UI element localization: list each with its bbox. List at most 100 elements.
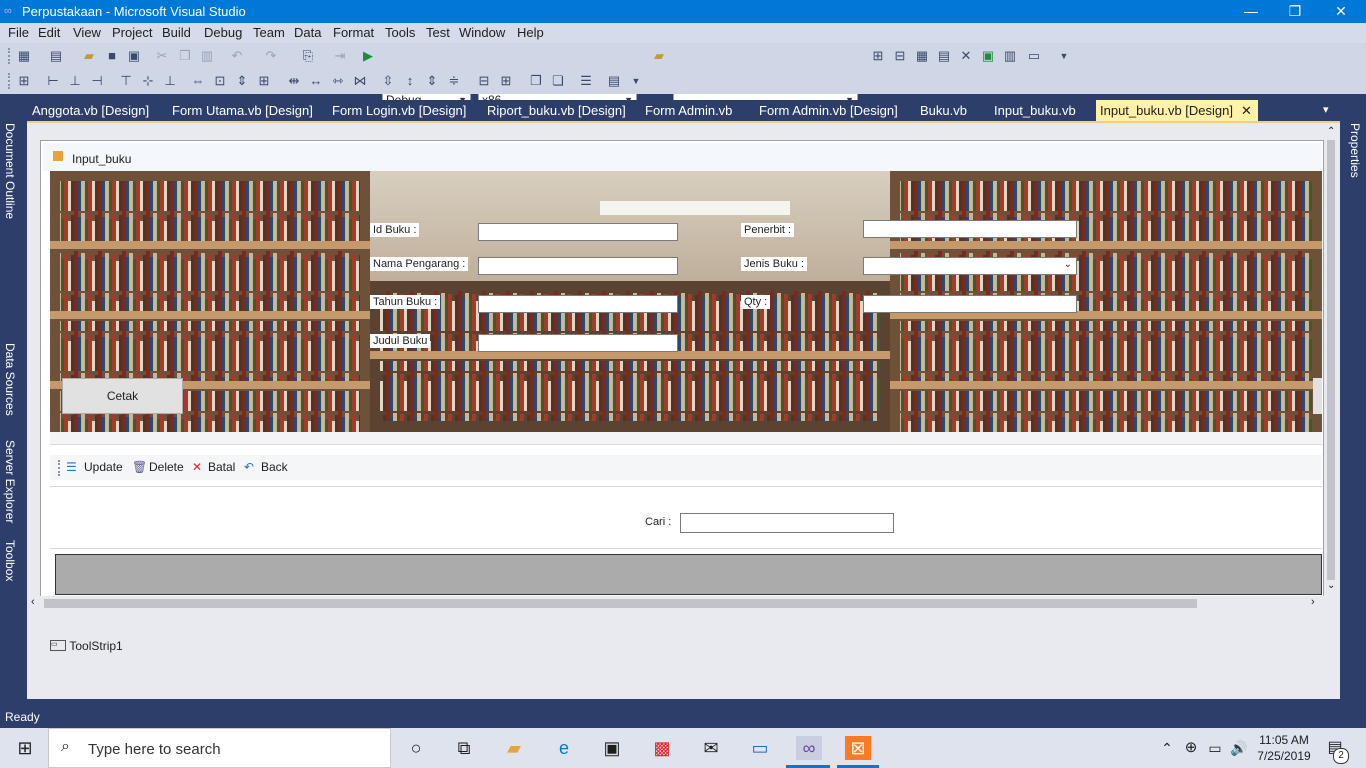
show-hidden-icons[interactable]: ⌃ <box>1154 736 1180 760</box>
toolbox-tab[interactable]: Toolbox <box>3 540 17 581</box>
horizontal-scroll-thumb[interactable] <box>44 599 1197 608</box>
align-to-grid-icon[interactable]: ⊞ <box>16 73 32 89</box>
align-tops-icon[interactable]: ⊤ <box>118 73 134 89</box>
tab-input-buku-design[interactable]: Input_buku.vb [Design] ✕ <box>1096 100 1258 121</box>
cetak-button[interactable]: Cetak <box>62 378 183 414</box>
extensions-icon[interactable]: ▥ <box>1002 48 1018 64</box>
batal-button[interactable]: Batal <box>208 460 235 474</box>
volume-icon[interactable]: 🔊 <box>1226 736 1252 760</box>
scroll-down-icon[interactable]: ⌄ <box>1327 580 1335 591</box>
tab-list-dropdown-icon[interactable]: ▾ <box>1323 103 1329 116</box>
redo-icon[interactable]: ↷ <box>263 48 279 64</box>
qty-input[interactable] <box>863 295 1077 313</box>
horizontal-spacing-equal-icon[interactable]: ⇹ <box>286 73 302 89</box>
back-button[interactable]: Back <box>261 460 288 474</box>
center-horizontally-icon[interactable]: ⊟ <box>476 73 492 89</box>
lock-controls-icon[interactable]: ▤ <box>606 73 622 89</box>
toolbar-options-icon[interactable]: ▼ <box>628 73 644 89</box>
task-view-icon[interactable]: ⧉ <box>451 736 477 760</box>
menu-format[interactable]: Format <box>333 25 374 40</box>
minimize-button[interactable]: — <box>1228 0 1274 23</box>
size-to-grid-icon[interactable]: ⊡ <box>212 73 228 89</box>
close-window-button[interactable]: ✕ <box>1318 0 1364 23</box>
menu-help[interactable]: Help <box>517 25 544 40</box>
tab-form-admin-code[interactable]: Form Admin.vb <box>645 103 732 118</box>
tools-icon[interactable]: ✕ <box>958 48 974 64</box>
document-outline-tab[interactable]: Document Outline <box>3 123 17 219</box>
tab-input-buku-code[interactable]: Input_buku.vb <box>994 103 1076 118</box>
make-same-width-icon[interactable]: ⇔ <box>190 73 206 89</box>
id-buku-input[interactable] <box>478 223 678 241</box>
taskbar-search-box[interactable]: ⌕ Type here to search <box>48 728 391 768</box>
object-browser-icon[interactable]: ▦ <box>914 48 930 64</box>
toolbar-grip[interactable] <box>8 73 13 89</box>
undo-icon[interactable]: ↶ <box>229 48 245 64</box>
properties-tab[interactable]: Properties <box>1348 123 1362 178</box>
increase-vertical-spacing-icon[interactable]: ↕ <box>402 73 418 89</box>
cortana-icon[interactable]: ○ <box>403 736 429 760</box>
bring-to-front-icon[interactable]: ❐ <box>528 73 544 89</box>
open-folder-icon[interactable]: ▰ <box>81 48 97 64</box>
save-all-icon[interactable]: ▣ <box>126 48 142 64</box>
battery-icon[interactable]: ▭ <box>1202 736 1228 760</box>
align-middles-icon[interactable]: ⊹ <box>140 73 156 89</box>
paste-icon[interactable]: ▥ <box>199 48 215 64</box>
tab-form-admin-design[interactable]: Form Admin.vb [Design] <box>759 103 898 118</box>
toolbar-grip[interactable] <box>8 48 13 64</box>
visual-basic-app-icon[interactable]: ▭ <box>747 736 773 760</box>
toolbox-icon[interactable]: ▤ <box>936 48 952 64</box>
navigate-backward-icon[interactable]: ⎘ <box>300 48 316 64</box>
close-tab-icon[interactable]: ✕ <box>1241 103 1252 118</box>
copy-icon[interactable]: ❐ <box>177 48 193 64</box>
tahun-buku-input[interactable] <box>478 295 678 313</box>
navigate-forward-icon[interactable]: ⇥ <box>332 48 348 64</box>
menu-edit[interactable]: Edit <box>38 25 60 40</box>
center-vertically-icon[interactable]: ⊞ <box>498 73 514 89</box>
store-icon[interactable]: ▣ <box>599 736 625 760</box>
menu-debug[interactable]: Debug <box>204 25 242 40</box>
menu-project[interactable]: Project <box>112 25 152 40</box>
cari-input[interactable] <box>680 513 894 533</box>
file-explorer-icon[interactable]: ▰ <box>501 736 527 760</box>
menu-view[interactable]: View <box>73 25 101 40</box>
menu-build[interactable]: Build <box>162 25 191 40</box>
window-layout-icon[interactable]: ▭ <box>1026 48 1042 64</box>
tab-form-utama-design[interactable]: Form Utama.vb [Design] <box>172 103 313 118</box>
add-item-icon[interactable]: ▤ <box>48 48 64 64</box>
network-icon[interactable]: ⊕ <box>1178 736 1204 760</box>
increase-horizontal-spacing-icon[interactable]: ↔ <box>308 73 324 89</box>
menu-window[interactable]: Window <box>459 25 505 40</box>
partial-button[interactable] <box>1313 378 1322 414</box>
component-tray-toolstrip[interactable]: ▭ ToolStrip1 <box>50 638 123 653</box>
xampp-icon[interactable]: ⊠ <box>845 736 871 760</box>
tab-riport-buku-design[interactable]: Riport_buku.vb [Design] <box>487 103 626 118</box>
tab-order-icon[interactable]: ☰ <box>578 73 594 89</box>
align-centers-icon[interactable]: ⊥ <box>67 73 83 89</box>
delete-button[interactable]: Delete <box>149 460 184 474</box>
designer-vertical-scrollbar[interactable]: ⌃ ⌄ <box>1324 126 1338 596</box>
remove-vertical-spacing-icon[interactable]: ≑ <box>446 73 462 89</box>
designer-horizontal-scrollbar[interactable]: ‹ › <box>29 596 1324 611</box>
menu-team[interactable]: Team <box>253 25 285 40</box>
mail-icon[interactable]: ✉ <box>698 736 724 760</box>
send-to-back-icon[interactable]: ❏ <box>550 73 566 89</box>
data-grid-view[interactable] <box>55 554 1322 595</box>
taskbar-clock[interactable]: 11:05 AM 7/25/2019 <box>1250 732 1318 764</box>
windows-start-icon[interactable]: ⊞ <box>12 736 38 760</box>
find-in-files-icon[interactable]: ▰ <box>651 48 667 64</box>
start-debug-icon[interactable]: ▶ <box>360 48 376 64</box>
update-button[interactable]: Update <box>84 460 123 474</box>
menu-file[interactable]: File <box>8 25 29 40</box>
align-lefts-icon[interactable]: ⊢ <box>45 73 61 89</box>
scroll-right-icon[interactable]: › <box>1311 596 1315 608</box>
scroll-left-icon[interactable]: ‹ <box>31 596 35 608</box>
jenis-buku-combobox[interactable]: ⌄ <box>863 257 1077 275</box>
menu-data[interactable]: Data <box>294 25 321 40</box>
scroll-up-icon[interactable]: ⌃ <box>1327 126 1335 137</box>
decrease-horizontal-spacing-icon[interactable]: ⇿ <box>330 73 346 89</box>
data-sources-tab[interactable]: Data Sources <box>3 343 17 416</box>
solution-explorer-icon[interactable]: ⊞ <box>870 48 886 64</box>
gift-app-icon[interactable]: ▩ <box>649 736 675 760</box>
new-project-icon[interactable]: ▦ <box>16 48 32 64</box>
decrease-vertical-spacing-icon[interactable]: ⇕ <box>424 73 440 89</box>
